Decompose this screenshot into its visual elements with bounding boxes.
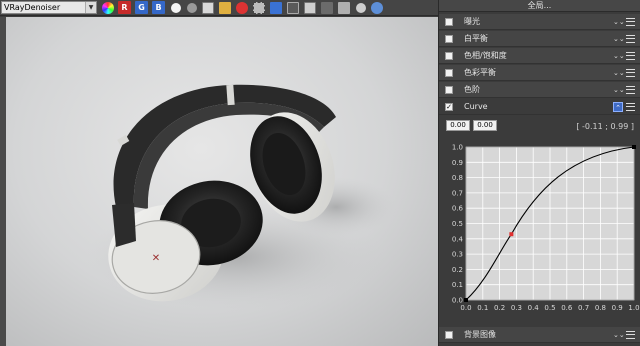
stamp-icon[interactable] [338, 1, 350, 14]
y-tick-label: 0.4 [452, 235, 464, 243]
x-tick-label: 0.2 [494, 304, 505, 312]
curve-checkbox[interactable]: ✓ [445, 102, 453, 111]
color-balance-checkbox[interactable] [445, 68, 453, 77]
clear-icon[interactable] [236, 1, 248, 14]
chevron-double-down-icon[interactable]: ⌄⌄ [613, 68, 625, 78]
chevron-double-up-icon[interactable]: ⌃ [613, 101, 623, 112]
background-image-checkbox[interactable] [445, 330, 453, 339]
levels-checkbox[interactable] [445, 85, 453, 94]
section-label: Curve [464, 102, 488, 111]
menu-icon[interactable] [626, 17, 635, 26]
section-curve[interactable]: ✓ Curve ⌃ [439, 99, 640, 115]
menu-icon[interactable] [626, 102, 635, 111]
section-label: 色彩平衡 [464, 68, 496, 77]
x-tick-label: 1.0 [628, 304, 639, 312]
section-label: 背景图像 [464, 330, 496, 339]
gray-circle-icon[interactable] [187, 2, 197, 13]
blue-channel-button[interactable]: B [152, 1, 165, 14]
white-balance-checkbox[interactable] [445, 34, 453, 43]
section-color-balance[interactable]: 色彩平衡 ⌄⌄ [439, 65, 640, 81]
x-tick-label: 0.7 [578, 304, 589, 312]
menu-icon[interactable] [626, 85, 635, 94]
headphones-render: ✕ [86, 84, 396, 312]
section-label: 色阶 [464, 85, 480, 94]
green-channel-button[interactable]: G [135, 1, 148, 14]
exposure-checkbox[interactable] [445, 17, 453, 26]
color-corrections-panel: 全局... 曝光 ⌄⌄ 白平衡 ⌄⌄ 色相/饱和度 ⌄⌄ 色彩平衡 ⌄⌄ 色阶 … [438, 0, 640, 346]
x-tick-label: 0.3 [511, 304, 522, 312]
white-circle-icon[interactable] [171, 2, 181, 13]
global-menu-button[interactable]: 全局... [439, 0, 640, 12]
menu-icon[interactable] [626, 68, 635, 77]
chevron-double-down-icon[interactable]: ⌄⌄ [613, 51, 625, 61]
section-label: 曝光 [464, 17, 480, 26]
curve-y-input[interactable]: 0.00 [473, 120, 497, 131]
track-icon[interactable] [287, 1, 299, 14]
vfb-window: VRayDenoiser ▼ R G B ✕ 全局... 曝光 ⌄⌄ 白平衡 ⌄… [0, 0, 640, 346]
y-tick-label: 0.2 [452, 266, 463, 274]
chevron-double-down-icon[interactable]: ⌄⌄ [613, 17, 625, 27]
hue-saturation-checkbox[interactable] [445, 51, 453, 60]
y-tick-label: 0.6 [452, 205, 464, 213]
x-tick-label: 0.8 [595, 304, 606, 312]
x-tick-label: 0.6 [561, 304, 573, 312]
region-icon[interactable] [253, 1, 265, 14]
y-tick-label: 0.1 [452, 281, 463, 289]
compare-icon[interactable] [304, 1, 316, 14]
curve-editor[interactable]: 1.00.90.80.70.60.50.40.30.20.10.00.0 0.1 0… [439, 139, 640, 319]
x-tick-label: 0.9 [612, 304, 623, 312]
layer-select-value: VRayDenoiser [4, 3, 61, 12]
x-tick-label: 0.5 [544, 304, 555, 312]
chevron-down-icon[interactable]: ▼ [85, 2, 96, 13]
y-tick-label: 0.5 [452, 220, 463, 228]
lens-icon[interactable] [321, 1, 333, 14]
circle-icon[interactable] [356, 2, 366, 13]
render-viewport[interactable]: ✕ [0, 17, 438, 346]
brand-logo: ✕ [152, 253, 160, 264]
curve-control-point[interactable] [632, 145, 636, 149]
chevron-double-down-icon[interactable]: ⌄⌄ [613, 34, 625, 44]
cursor-icon[interactable] [270, 1, 282, 14]
menu-icon[interactable] [626, 51, 635, 60]
x-tick-label: 0.4 [528, 304, 540, 312]
curve-cursor-readout: [ -0.11 ; 0.99 ] [576, 122, 634, 131]
layer-select[interactable]: VRayDenoiser ▼ [1, 1, 97, 14]
menu-icon[interactable] [626, 34, 635, 43]
chevron-double-down-icon[interactable]: ⌄⌄ [613, 330, 625, 340]
section-white-balance[interactable]: 白平衡 ⌄⌄ [439, 31, 640, 47]
render-image[interactable]: ✕ [6, 17, 438, 346]
section-label: 色相/饱和度 [464, 51, 507, 60]
curve-control-point[interactable] [509, 232, 514, 237]
curve-x-input[interactable]: 0.00 [446, 120, 470, 131]
teapot-icon[interactable] [371, 1, 383, 14]
red-channel-button[interactable]: R [118, 1, 131, 14]
y-tick-label: 0.8 [452, 174, 463, 182]
y-tick-label: 1.0 [452, 144, 463, 152]
folder-icon[interactable] [219, 1, 231, 14]
x-tick-label: 0.1 [477, 304, 488, 312]
save-icon[interactable] [202, 1, 214, 14]
x-tick-label: 0.0 [460, 304, 471, 312]
y-tick-label: 0.3 [452, 251, 463, 259]
section-levels[interactable]: 色阶 ⌄⌄ [439, 82, 640, 98]
section-background-image[interactable]: 背景图像 ⌄⌄ [439, 327, 640, 343]
y-tick-label: 0.9 [452, 159, 463, 167]
menu-icon[interactable] [626, 330, 635, 339]
section-exposure[interactable]: 曝光 ⌄⌄ [439, 14, 640, 30]
chevron-double-down-icon[interactable]: ⌄⌄ [613, 85, 625, 95]
section-label: 白平衡 [464, 34, 488, 43]
color-wheel-icon[interactable] [102, 1, 114, 14]
y-tick-label: 0.7 [452, 189, 463, 197]
toolbar: VRayDenoiser ▼ R G B [0, 0, 438, 16]
curve-control-point[interactable] [464, 298, 468, 302]
section-hue-saturation[interactable]: 色相/饱和度 ⌄⌄ [439, 48, 640, 64]
